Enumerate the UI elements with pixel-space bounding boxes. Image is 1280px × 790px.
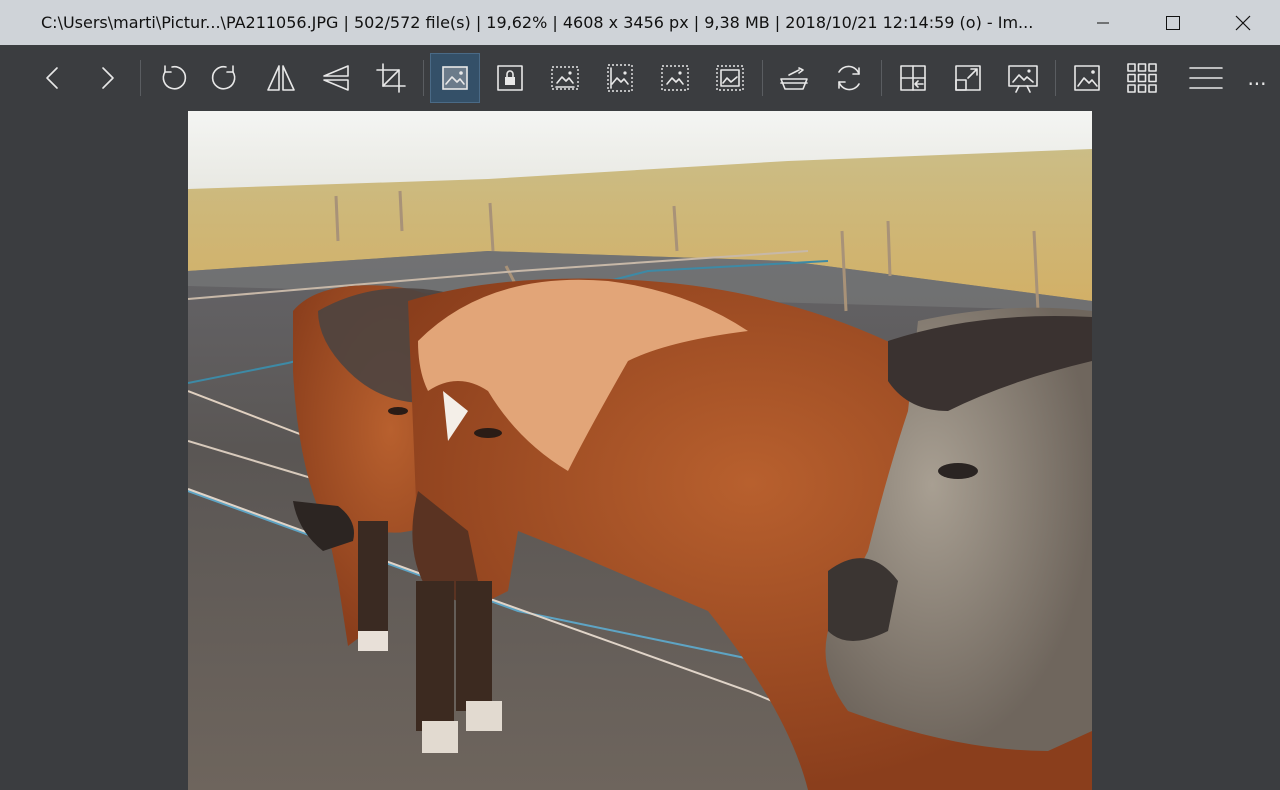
slideshow-icon <box>1008 65 1038 93</box>
rotate-right-icon <box>211 65 236 90</box>
chevron-left-icon <box>46 67 58 89</box>
lock-zoom-button[interactable] <box>485 53 535 103</box>
refresh-button[interactable] <box>824 53 874 103</box>
maximize-button[interactable] <box>1138 0 1208 45</box>
image-frame-icon <box>1074 65 1100 91</box>
bowl-icon <box>780 67 808 90</box>
previous-button[interactable] <box>28 53 78 103</box>
frameless-button[interactable] <box>1062 53 1112 103</box>
slideshow-button[interactable] <box>998 53 1048 103</box>
scale-to-height-icon <box>607 64 633 92</box>
next-button[interactable] <box>82 53 132 103</box>
gallery-toggle-button[interactable] <box>888 53 938 103</box>
rotate-left-icon <box>162 65 187 90</box>
scale-to-fill-icon <box>716 65 744 91</box>
scale-to-width-icon <box>551 66 579 90</box>
title-bar: C:\Users\marti\Pictur...\PA211056.JPG | … <box>0 0 1280 45</box>
close-button[interactable] <box>1208 0 1278 45</box>
lock-zoom-icon <box>497 65 523 91</box>
crop-icon <box>376 63 406 93</box>
image-auto-zoom-icon <box>442 66 468 90</box>
horses-photo <box>188 111 1092 790</box>
scale-to-width-button[interactable] <box>540 53 590 103</box>
toolbar-separator <box>140 60 141 96</box>
toolbar-separator <box>423 60 424 96</box>
toolbar-separator <box>881 60 882 96</box>
fullscreen-icon <box>955 65 981 91</box>
scale-to-fill-button[interactable] <box>705 53 755 103</box>
refresh-icon <box>838 65 860 91</box>
gallery-icon <box>900 65 926 91</box>
minimize-icon <box>1097 22 1109 23</box>
main-menu-button[interactable] <box>1181 53 1231 103</box>
window-title: C:\Users\marti\Pictur...\PA211056.JPG | … <box>41 13 1034 32</box>
grid-icon <box>1127 63 1157 93</box>
flip-vertical-button[interactable] <box>311 53 361 103</box>
image-viewer[interactable] <box>188 111 1092 790</box>
crop-button[interactable] <box>366 53 416 103</box>
flip-horizontal-button[interactable] <box>256 53 306 103</box>
maximize-icon <box>1166 15 1180 30</box>
chevron-right-icon <box>102 67 114 89</box>
scale-to-fit-button[interactable] <box>650 53 700 103</box>
thumbnail-grid-button[interactable] <box>1117 53 1167 103</box>
minimize-button[interactable] <box>1068 0 1138 45</box>
toolbar: ... <box>0 45 1280 110</box>
open-with-button[interactable] <box>769 53 819 103</box>
scale-to-fit-icon <box>661 65 689 91</box>
toolbar-separator <box>1055 60 1056 96</box>
rotate-left-button[interactable] <box>147 53 197 103</box>
fullscreen-button[interactable] <box>943 53 993 103</box>
flip-horizontal-icon <box>267 65 295 91</box>
auto-zoom-button[interactable] <box>430 53 480 103</box>
rotate-right-button[interactable] <box>201 53 251 103</box>
hamburger-menu-icon <box>1189 67 1223 89</box>
scale-to-height-button[interactable] <box>595 53 645 103</box>
more-button[interactable]: ... <box>1240 53 1274 103</box>
flip-vertical-icon <box>323 65 349 91</box>
close-icon <box>1235 15 1251 30</box>
toolbar-separator <box>762 60 763 96</box>
